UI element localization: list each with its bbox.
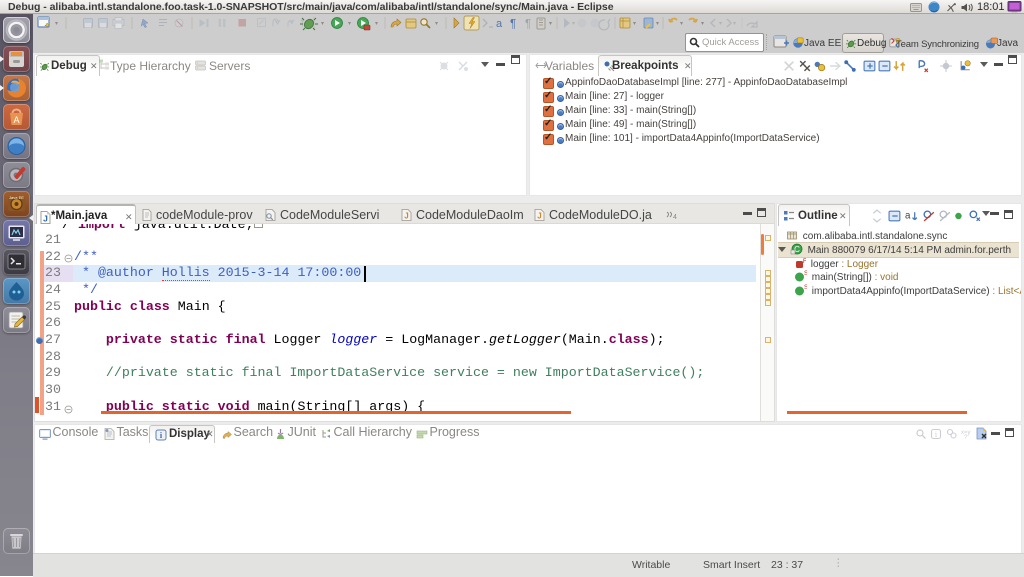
svg-text:¶: ¶ bbox=[510, 19, 516, 31]
svg-text:A: A bbox=[13, 115, 19, 125]
svg-text:S: S bbox=[804, 284, 807, 291]
svg-text:Java EE: Java EE bbox=[9, 195, 24, 200]
svg-text:J: J bbox=[537, 212, 541, 221]
svg-text:F: F bbox=[803, 259, 806, 265]
svg-text:J: J bbox=[404, 212, 408, 221]
svg-text:i: i bbox=[935, 430, 938, 439]
svg-text:S: S bbox=[804, 270, 807, 277]
svg-text:a: a bbox=[496, 18, 503, 30]
svg-text:a: a bbox=[905, 211, 911, 222]
svg-text:J: J bbox=[43, 214, 48, 224]
svg-text:4: 4 bbox=[673, 214, 677, 221]
svg-text:¶: ¶ bbox=[525, 19, 531, 31]
